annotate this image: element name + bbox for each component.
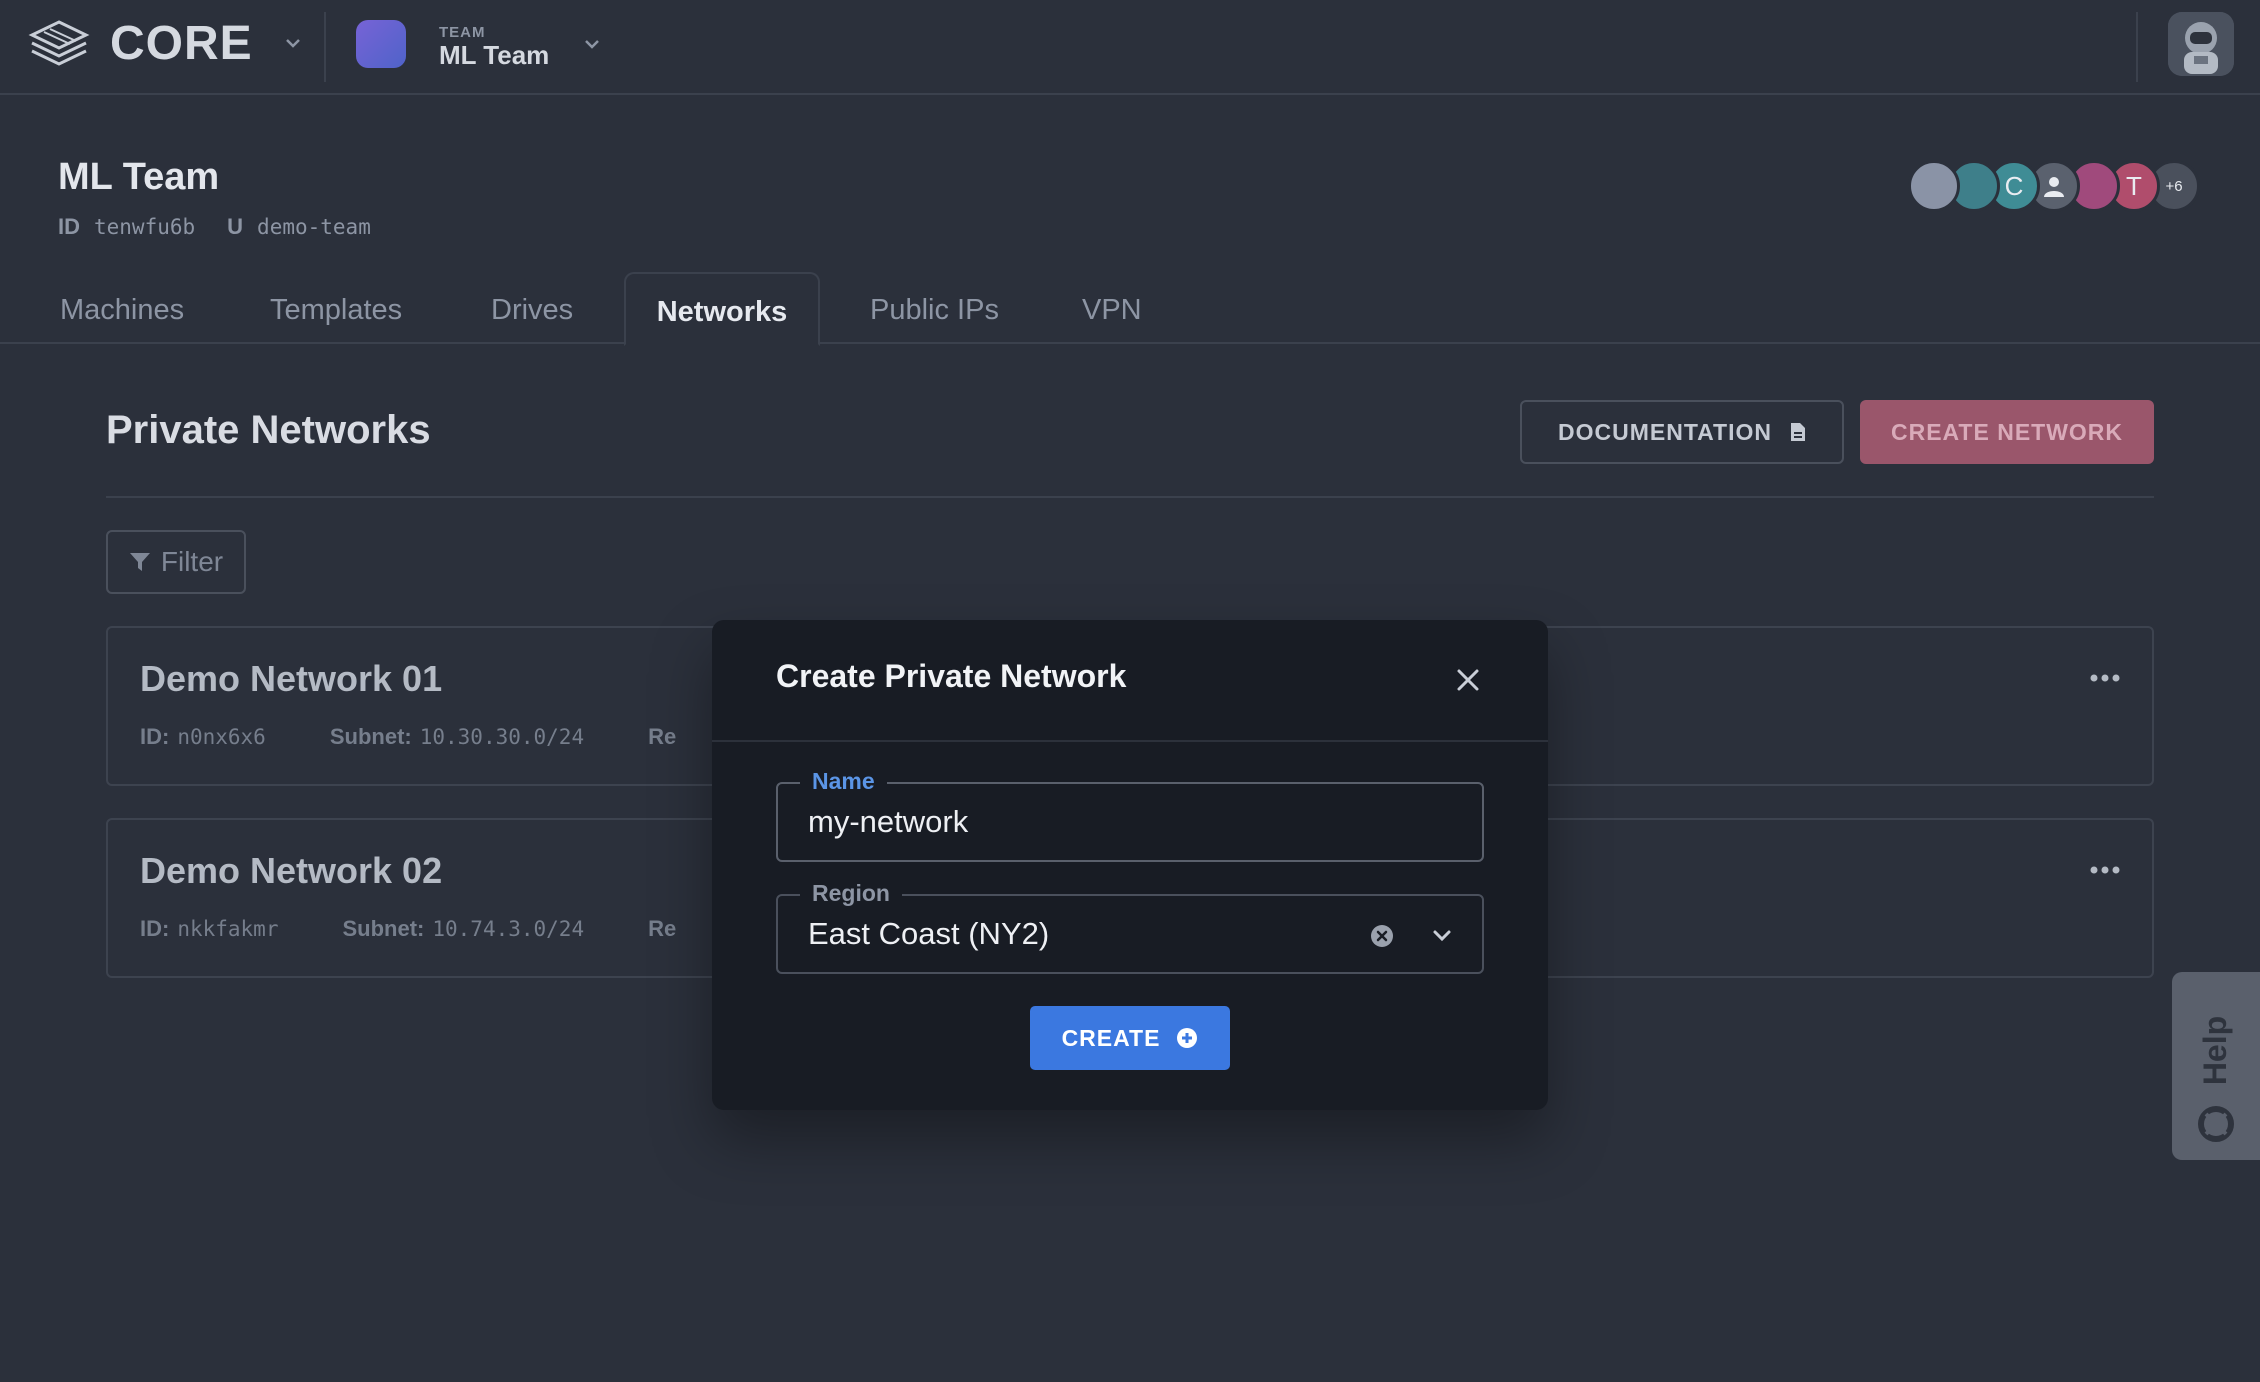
- name-input[interactable]: [808, 804, 1428, 840]
- member-avatar[interactable]: [1908, 160, 1960, 212]
- lifebuoy-icon: [2198, 1106, 2234, 1142]
- help-label: Help: [2197, 1015, 2234, 1085]
- team-slug-value: demo-team: [257, 215, 371, 239]
- id-label: ID:: [140, 724, 170, 749]
- tab-networks[interactable]: Networks: [624, 272, 820, 346]
- create-button[interactable]: CREATE: [1030, 1006, 1230, 1070]
- region-label: Re: [648, 916, 677, 941]
- core-logo-icon[interactable]: [28, 18, 90, 70]
- create-label: CREATE: [1061, 1024, 1161, 1051]
- region-select[interactable]: Region East Coast (NY2): [776, 880, 1484, 974]
- section-title: Private Networks: [106, 408, 431, 452]
- user-icon: [2044, 177, 2064, 197]
- id-label: ID: [58, 214, 80, 239]
- modal-title: Create Private Network: [776, 658, 1127, 694]
- member-initial: T: [2126, 170, 2142, 201]
- documentation-button[interactable]: DOCUMENTATION: [1520, 400, 1844, 464]
- team-id-value: tenwfu6b: [94, 215, 196, 239]
- documentation-label: DOCUMENTATION: [1557, 418, 1772, 445]
- plus-circle-icon: [1177, 1028, 1198, 1048]
- network-subnet: 10.30.30.0/24: [419, 725, 585, 749]
- top-bar: CORE TEAM ML Team: [0, 0, 2260, 95]
- chevron-down-icon[interactable]: [1430, 924, 1454, 948]
- id-label: ID:: [140, 916, 170, 941]
- document-icon: [1791, 423, 1805, 441]
- user-avatar[interactable]: [2168, 12, 2234, 76]
- network-meta: ID: n0nx6x6 Subnet: 10.30.30.0/24 Re: [140, 724, 684, 750]
- page-title: ML Team: [58, 156, 220, 198]
- divider: [2136, 12, 2138, 82]
- member-initial: +6: [2165, 177, 2183, 195]
- filter-label: Filter: [160, 546, 224, 577]
- region-label: Re: [648, 724, 677, 749]
- help-tab[interactable]: Help: [2172, 972, 2260, 1160]
- name-field[interactable]: Name: [776, 768, 1484, 862]
- clear-icon[interactable]: [1370, 924, 1394, 948]
- subnet-label: Subnet:: [342, 916, 425, 941]
- network-name: Demo Network 01: [140, 658, 443, 699]
- subnet-label: Subnet:: [329, 724, 412, 749]
- brand-name[interactable]: CORE: [110, 16, 253, 71]
- filter-button[interactable]: Filter: [106, 530, 246, 594]
- team-meta: ID tenwfu6b Udemo-team: [58, 214, 403, 240]
- region-value: East Coast (NY2): [808, 916, 1050, 951]
- tab-templates[interactable]: Templates: [270, 272, 402, 344]
- tab-bar: Machines Templates Drives Networks Publi…: [0, 272, 2260, 346]
- network-name: Demo Network 02: [140, 850, 443, 891]
- filter-icon: [129, 553, 150, 571]
- more-options-icon[interactable]: [2090, 672, 2120, 684]
- tab-vpn[interactable]: VPN: [1082, 272, 1142, 344]
- more-options-icon[interactable]: [2090, 864, 2120, 876]
- u-label: U: [227, 214, 244, 239]
- network-id: n0nx6x6: [177, 725, 266, 749]
- network-subnet: 10.74.3.0/24: [432, 917, 585, 941]
- member-avatars[interactable]: C T +6: [1908, 160, 2208, 212]
- network-meta: ID: nkkfakmr Subnet: 10.74.3.0/24 Re: [140, 916, 684, 942]
- create-network-modal: Create Private Network Name Region East …: [712, 620, 1548, 1110]
- divider: [712, 740, 1548, 742]
- network-id: nkkfakmr: [177, 917, 279, 941]
- divider: [324, 12, 326, 82]
- close-icon[interactable]: [1454, 666, 1482, 694]
- tab-drives[interactable]: Drives: [491, 272, 573, 344]
- member-initial: C: [2004, 170, 2024, 201]
- create-network-button[interactable]: CREATE NETWORK: [1860, 400, 2154, 464]
- tab-machines[interactable]: Machines: [60, 272, 184, 344]
- astronaut-icon: [2168, 12, 2234, 76]
- team-avatar[interactable]: [356, 20, 406, 68]
- chevron-down-icon[interactable]: [582, 34, 602, 54]
- name-label: Name: [800, 768, 887, 795]
- team-kicker: TEAM: [439, 24, 486, 41]
- chevron-down-icon[interactable]: [282, 32, 304, 54]
- team-switcher-name[interactable]: ML Team: [439, 40, 549, 71]
- region-label: Region: [800, 880, 902, 907]
- tab-public-ips[interactable]: Public IPs: [870, 272, 999, 344]
- divider: [106, 496, 2154, 498]
